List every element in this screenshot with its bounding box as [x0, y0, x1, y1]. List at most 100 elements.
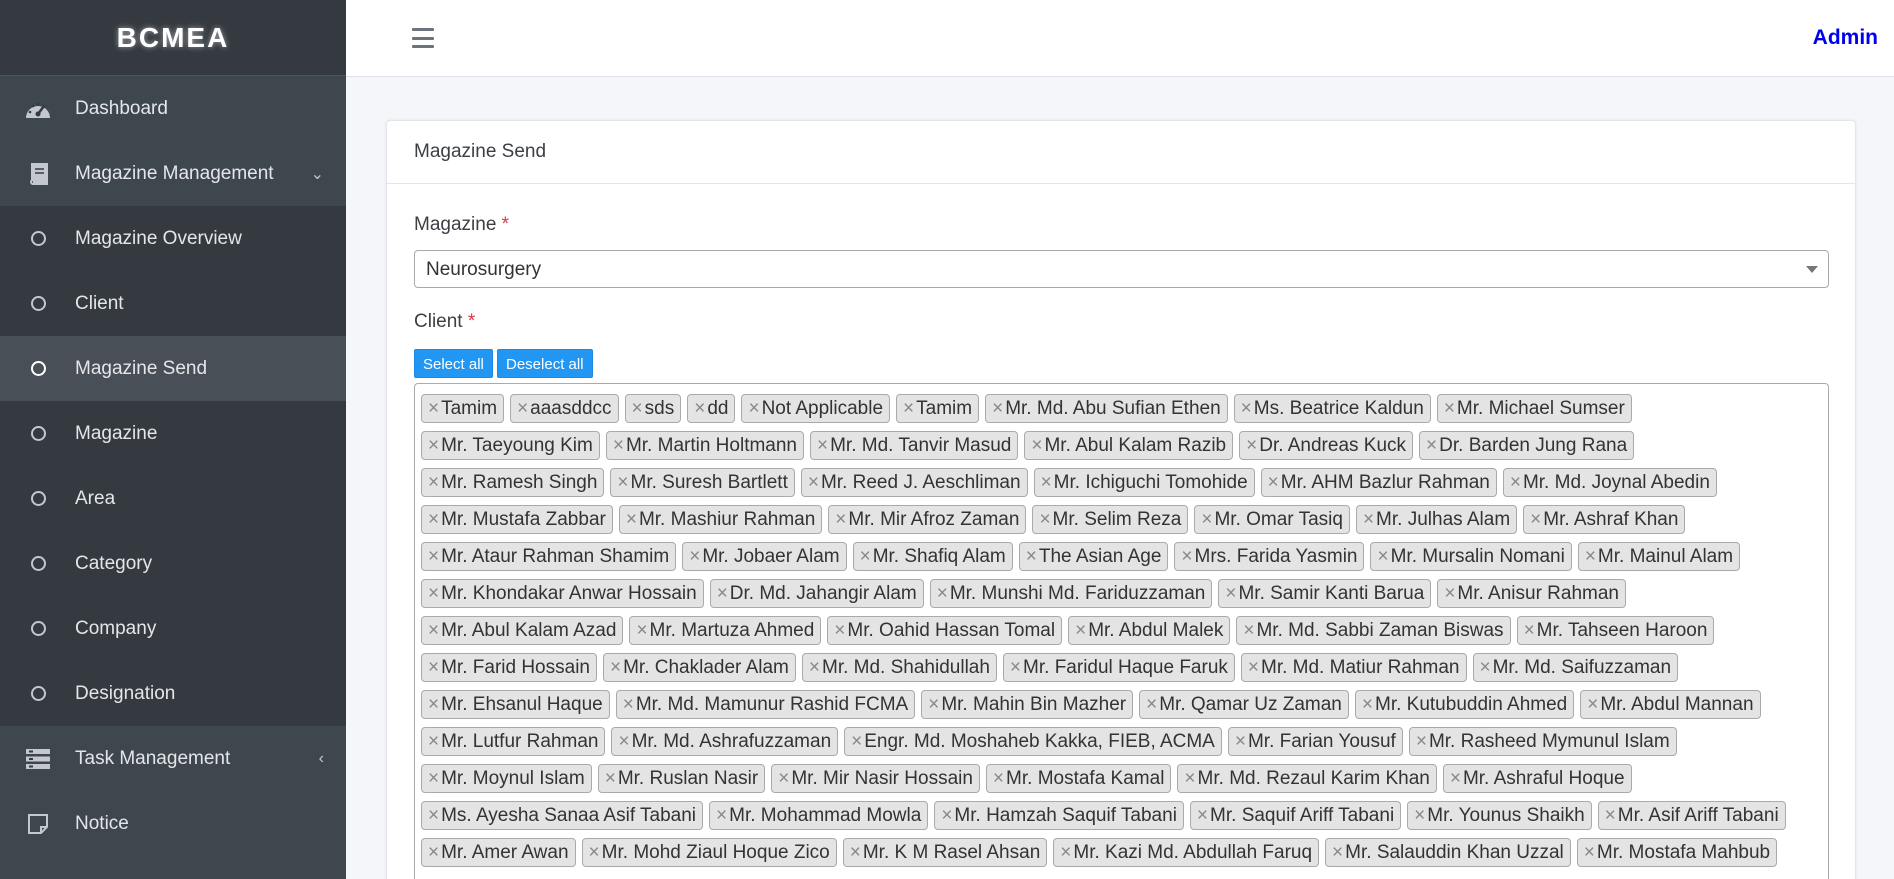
- remove-tag-icon[interactable]: ×: [817, 435, 828, 456]
- remove-tag-icon[interactable]: ×: [605, 768, 616, 789]
- remove-tag-icon[interactable]: ×: [1241, 398, 1252, 419]
- client-tag[interactable]: × Mr. Oahid Hassan Tomal: [827, 616, 1063, 645]
- remove-tag-icon[interactable]: ×: [1524, 620, 1535, 641]
- remove-tag-icon[interactable]: ×: [903, 398, 914, 419]
- remove-tag-icon[interactable]: ×: [589, 842, 600, 863]
- remove-tag-icon[interactable]: ×: [1363, 509, 1374, 530]
- remove-tag-icon[interactable]: ×: [428, 805, 439, 826]
- remove-tag-icon[interactable]: ×: [937, 583, 948, 604]
- sidebar-item-dashboard[interactable]: Dashboard: [0, 76, 346, 141]
- remove-tag-icon[interactable]: ×: [1201, 509, 1212, 530]
- client-tag[interactable]: × Dr. Barden Jung Rana: [1419, 431, 1635, 460]
- sidebar-item-task-management[interactable]: Task Management ‹: [0, 726, 346, 791]
- client-tag[interactable]: × Mr. Ashraful Hoque: [1442, 764, 1632, 793]
- remove-tag-icon[interactable]: ×: [1332, 842, 1343, 863]
- client-tag[interactable]: × Mr. Ramesh Singh: [421, 468, 605, 497]
- client-tag[interactable]: × Mr. Salauddin Khan Uzzal: [1325, 838, 1571, 867]
- remove-tag-icon[interactable]: ×: [428, 768, 439, 789]
- remove-tag-icon[interactable]: ×: [1243, 620, 1254, 641]
- remove-tag-icon[interactable]: ×: [1041, 472, 1052, 493]
- client-tag[interactable]: × Dr. Md. Jahangir Alam: [709, 579, 924, 608]
- remove-tag-icon[interactable]: ×: [428, 731, 439, 752]
- client-tag[interactable]: × Mr. Chaklader Alam: [602, 653, 796, 682]
- remove-tag-icon[interactable]: ×: [428, 398, 439, 419]
- client-tag[interactable]: × Mr. Md. Abu Sufian Ethen: [985, 394, 1228, 423]
- client-tag[interactable]: × Mr. Md. Tanvir Masud: [810, 431, 1019, 460]
- remove-tag-icon[interactable]: ×: [636, 620, 647, 641]
- client-tag[interactable]: × Mr. Md. Matiur Rahman: [1240, 653, 1467, 682]
- client-tag[interactable]: × Mr. Suresh Bartlett: [610, 468, 795, 497]
- client-tag[interactable]: × Mr. Ehsanul Haque: [421, 690, 610, 719]
- remove-tag-icon[interactable]: ×: [1480, 657, 1491, 678]
- client-tag[interactable]: × Mr. Mir Nasir Hossain: [771, 764, 980, 793]
- remove-tag-icon[interactable]: ×: [428, 435, 439, 456]
- remove-tag-icon[interactable]: ×: [1585, 546, 1596, 567]
- client-tag[interactable]: × Mr. Michael Sumser: [1436, 394, 1632, 423]
- remove-tag-icon[interactable]: ×: [1075, 620, 1086, 641]
- remove-tag-icon[interactable]: ×: [428, 657, 439, 678]
- remove-tag-icon[interactable]: ×: [1184, 768, 1195, 789]
- client-tag[interactable]: × Mr. Amer Awan: [421, 838, 576, 867]
- sidebar-item-area[interactable]: Area: [0, 466, 346, 531]
- magazine-select[interactable]: Neurosurgery: [414, 250, 1829, 288]
- client-tag[interactable]: × Tamim: [421, 394, 505, 423]
- client-tag[interactable]: × Mr. Mostafa Kamal: [985, 764, 1172, 793]
- sidebar-item-more[interactable]: [0, 856, 346, 879]
- remove-tag-icon[interactable]: ×: [808, 472, 819, 493]
- remove-tag-icon[interactable]: ×: [1444, 398, 1455, 419]
- client-tag[interactable]: × Mr. Mustafa Zabbar: [421, 505, 613, 534]
- user-menu[interactable]: Admin: [1813, 26, 1878, 50]
- client-tag[interactable]: × Mr. Munshi Md. Fariduzzaman: [929, 579, 1213, 608]
- remove-tag-icon[interactable]: ×: [860, 546, 871, 567]
- sidebar-item-client[interactable]: Client: [0, 271, 346, 336]
- client-tag[interactable]: × Mr. Asif Ariff Tabani: [1597, 801, 1786, 830]
- client-tag[interactable]: × sds: [624, 394, 682, 423]
- client-tag[interactable]: × Mr. Julhas Alam: [1355, 505, 1518, 534]
- client-tag[interactable]: × Mr. Faridul Haque Faruk: [1002, 653, 1235, 682]
- client-tag[interactable]: × Mr. Md. Sabbi Zaman Biswas: [1236, 616, 1511, 645]
- client-tag[interactable]: × Mr. Omar Tasiq: [1194, 505, 1350, 534]
- remove-tag-icon[interactable]: ×: [1026, 546, 1037, 567]
- client-tag[interactable]: × Mr. Farid Hossain: [421, 653, 597, 682]
- client-tag[interactable]: × Mr. Anisur Rahman: [1437, 579, 1626, 608]
- client-tag[interactable]: × Mr. Ruslan Nasir: [597, 764, 766, 793]
- select-all-button[interactable]: Select all: [414, 349, 493, 378]
- client-tag[interactable]: × Mr. Kazi Md. Abdullah Faruq: [1053, 838, 1320, 867]
- client-tag[interactable]: × Mr. Jobaer Alam: [682, 542, 847, 571]
- client-tag[interactable]: × Mr. Farian Yousuf: [1227, 727, 1403, 756]
- client-tag[interactable]: × Mr. Younus Shaikh: [1407, 801, 1592, 830]
- client-tag[interactable]: × Mr. Mainul Alam: [1577, 542, 1741, 571]
- client-tag[interactable]: × Mr. Mir Afroz Zaman: [828, 505, 1027, 534]
- client-tag[interactable]: × Mr. Martin Holtmann: [605, 431, 804, 460]
- client-tag[interactable]: × Mr. Martuza Ahmed: [629, 616, 822, 645]
- remove-tag-icon[interactable]: ×: [748, 398, 759, 419]
- remove-tag-icon[interactable]: ×: [632, 398, 643, 419]
- client-tag[interactable]: × Mr. Rasheed Mymunul Islam: [1408, 727, 1677, 756]
- remove-tag-icon[interactable]: ×: [1362, 694, 1373, 715]
- remove-tag-icon[interactable]: ×: [428, 472, 439, 493]
- client-tag[interactable]: × Mr. Samir Kanti Barua: [1218, 579, 1432, 608]
- client-tag[interactable]: × Mr. Md. Mamunur Rashid FCMA: [615, 690, 916, 719]
- deselect-all-button[interactable]: Deselect all: [497, 349, 593, 378]
- client-tag[interactable]: × Mr. Abdul Mannan: [1580, 690, 1761, 719]
- remove-tag-icon[interactable]: ×: [928, 694, 939, 715]
- remove-tag-icon[interactable]: ×: [1444, 583, 1455, 604]
- remove-tag-icon[interactable]: ×: [778, 768, 789, 789]
- remove-tag-icon[interactable]: ×: [689, 546, 700, 567]
- remove-tag-icon[interactable]: ×: [623, 694, 634, 715]
- remove-tag-icon[interactable]: ×: [618, 731, 629, 752]
- sidebar-item-magazine-send[interactable]: Magazine Send: [0, 336, 346, 401]
- client-tag[interactable]: × Mr. Lutfur Rahman: [421, 727, 606, 756]
- client-tag[interactable]: × Mr. Ichiguchi Tomohide: [1033, 468, 1255, 497]
- remove-tag-icon[interactable]: ×: [1426, 435, 1437, 456]
- client-tag[interactable]: × Mr. Mursalin Nomani: [1370, 542, 1572, 571]
- sidebar-item-designation[interactable]: Designation: [0, 661, 346, 726]
- client-tag[interactable]: × Mr. Hamzah Saquif Tabani: [934, 801, 1184, 830]
- remove-tag-icon[interactable]: ×: [428, 546, 439, 567]
- remove-tag-icon[interactable]: ×: [1197, 805, 1208, 826]
- remove-tag-icon[interactable]: ×: [941, 805, 952, 826]
- client-tag[interactable]: × Mr. Taeyoung Kim: [421, 431, 600, 460]
- remove-tag-icon[interactable]: ×: [834, 620, 845, 641]
- remove-tag-icon[interactable]: ×: [992, 398, 1003, 419]
- remove-tag-icon[interactable]: ×: [1235, 731, 1246, 752]
